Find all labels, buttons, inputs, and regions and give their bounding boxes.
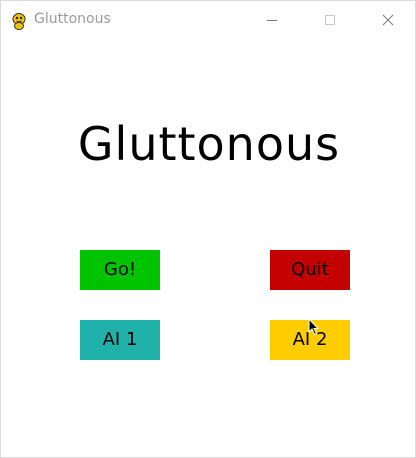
quit-button[interactable]: Quit <box>270 250 350 290</box>
close-icon <box>382 14 394 26</box>
snake-app-icon <box>10 12 28 30</box>
go-button[interactable]: Go! <box>80 250 160 290</box>
ai-1-button[interactable]: AI 1 <box>80 320 160 360</box>
game-title: Gluttonous <box>77 117 341 171</box>
maximize-icon <box>325 15 335 25</box>
window-titlebar[interactable]: Gluttonous <box>1 1 415 39</box>
close-button[interactable] <box>365 1 411 39</box>
minimize-icon <box>267 20 277 21</box>
window-title: Gluttonous <box>34 11 111 27</box>
mouse-cursor-icon <box>308 318 320 336</box>
minimize-button[interactable] <box>249 1 295 39</box>
maximize-button[interactable] <box>307 1 353 39</box>
game-window: Gluttonous Gluttonous Go! Quit AI 1 AI 2 <box>0 0 416 458</box>
